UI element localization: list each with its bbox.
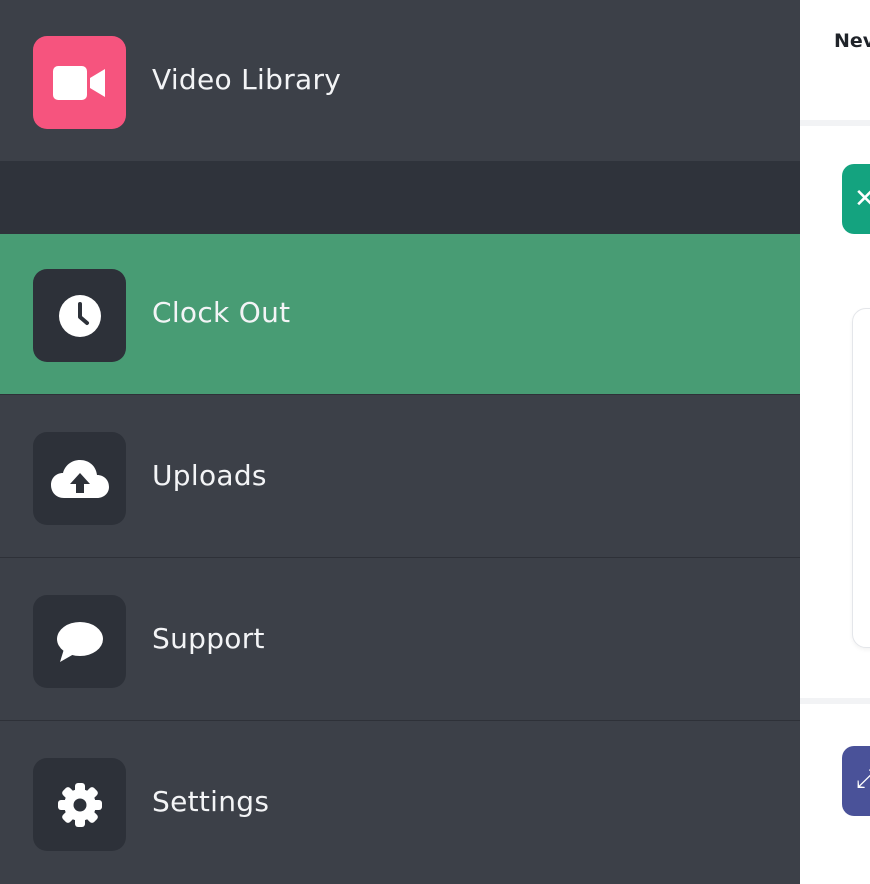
sidebar-item-settings[interactable]: Settings bbox=[0, 720, 800, 884]
clock-icon bbox=[33, 269, 126, 362]
app-window: Nev ✕ ⤢ Video Library Clock Out Uploads … bbox=[0, 0, 870, 884]
sidebar-item-label: Settings bbox=[152, 785, 270, 818]
expand-icon: ⤢ bbox=[856, 764, 870, 794]
sidebar-item-label: Video Library bbox=[152, 63, 342, 96]
background-header: Nev bbox=[800, 0, 870, 120]
chat-bubble-icon bbox=[33, 595, 126, 688]
sidebar-divider-band bbox=[0, 161, 800, 234]
background-header-text: Nev bbox=[834, 30, 870, 52]
cloud-upload-icon bbox=[33, 432, 126, 525]
sidebar-drawer: Video Library Clock Out Uploads Support … bbox=[0, 0, 800, 884]
background-indigo-tile[interactable]: ⤢ bbox=[842, 746, 870, 816]
sidebar-item-label: Support bbox=[152, 622, 265, 655]
sidebar-item-support[interactable]: Support bbox=[0, 557, 800, 720]
close-icon: ✕ bbox=[854, 184, 870, 214]
background-green-tile[interactable]: ✕ bbox=[842, 164, 870, 234]
sidebar-item-label: Clock Out bbox=[152, 296, 291, 329]
background-card bbox=[852, 308, 870, 648]
sidebar-item-video-library[interactable]: Video Library bbox=[0, 0, 800, 161]
sidebar-item-clock-out[interactable]: Clock Out bbox=[0, 234, 800, 394]
video-camera-icon bbox=[33, 36, 126, 129]
gear-icon bbox=[33, 758, 126, 851]
sidebar-item-label: Uploads bbox=[152, 459, 267, 492]
sidebar-item-uploads[interactable]: Uploads bbox=[0, 394, 800, 557]
